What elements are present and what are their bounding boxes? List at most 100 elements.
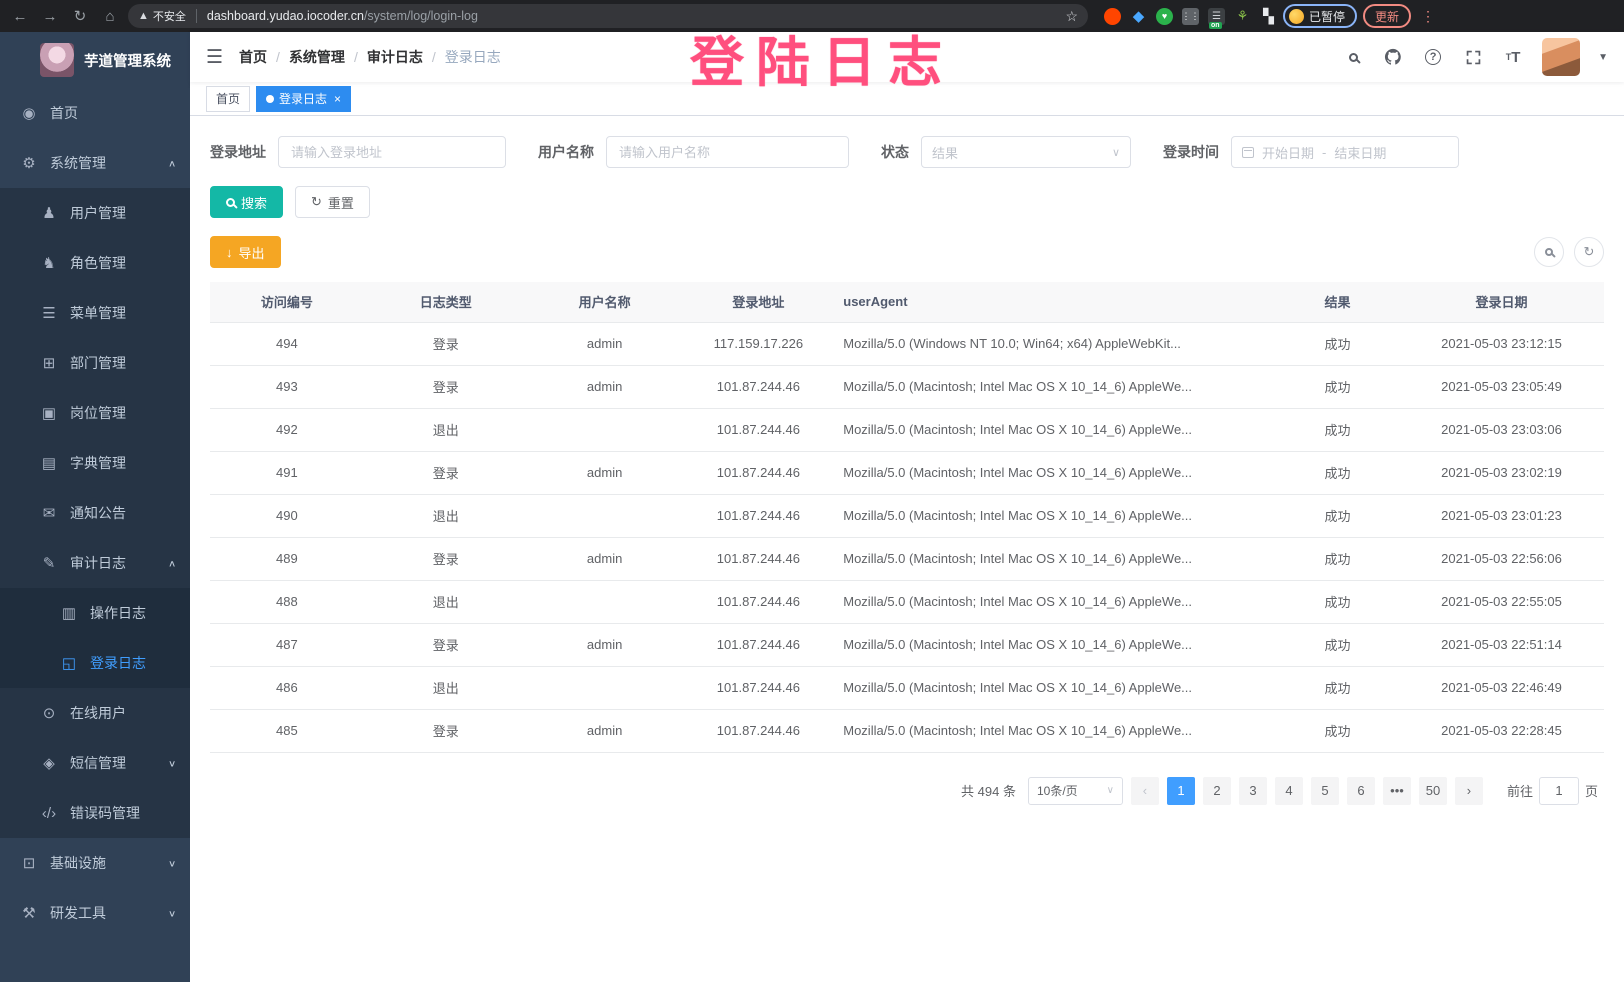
- page-button-1[interactable]: 1: [1167, 777, 1195, 805]
- cell-loginDate: 2021-05-03 22:55:05: [1399, 580, 1604, 623]
- table-row[interactable]: 488退出101.87.244.46Mozilla/5.0 (Macintosh…: [210, 580, 1604, 623]
- sidebar-item-roles[interactable]: ♞角色管理: [0, 238, 190, 288]
- github-icon[interactable]: [1382, 46, 1404, 68]
- cell-ip: 101.87.244.46: [682, 580, 836, 623]
- hamburger-icon[interactable]: ☰: [206, 46, 223, 69]
- login-time-label: 登录时间: [1163, 142, 1219, 162]
- browser-menu-icon[interactable]: ⋮: [1417, 8, 1439, 25]
- sidebar-item-gear[interactable]: ⚙系统管理∧: [0, 138, 190, 188]
- cell-username: admin: [528, 322, 682, 365]
- online-user-icon: ⊙: [40, 704, 58, 722]
- sidebar-item-login-log[interactable]: ◱登录日志: [0, 638, 190, 688]
- extension-icon[interactable]: ♥: [1156, 8, 1173, 25]
- page-button-6[interactable]: 6: [1347, 777, 1375, 805]
- username-input[interactable]: [606, 136, 849, 168]
- sidebar-item-error-code[interactable]: ‹/›错误码管理: [0, 788, 190, 838]
- tag-login-log[interactable]: 登录日志 ×: [256, 86, 351, 112]
- extension-icon[interactable]: ◆: [1130, 8, 1147, 25]
- table-row[interactable]: 487登录admin101.87.244.46Mozilla/5.0 (Maci…: [210, 623, 1604, 666]
- cell-ip: 101.87.244.46: [682, 408, 836, 451]
- table-row[interactable]: 490退出101.87.244.46Mozilla/5.0 (Macintosh…: [210, 494, 1604, 537]
- extension-icon[interactable]: [1104, 8, 1121, 25]
- extension-icon[interactable]: ⚘: [1234, 8, 1251, 25]
- extensions-puzzle-icon[interactable]: ▚: [1260, 8, 1277, 25]
- next-page-button[interactable]: ›: [1455, 777, 1483, 805]
- cell-loginDate: 2021-05-03 23:03:06: [1399, 408, 1604, 451]
- reload-icon[interactable]: ↻: [68, 4, 92, 28]
- back-icon[interactable]: ←: [8, 4, 32, 28]
- avatar[interactable]: [1542, 38, 1580, 76]
- sidebar-item-audit-log[interactable]: ✎审计日志∧: [0, 538, 190, 588]
- table-row[interactable]: 492退出101.87.244.46Mozilla/5.0 (Macintosh…: [210, 408, 1604, 451]
- font-size-icon[interactable]: TT: [1502, 46, 1524, 68]
- table-row[interactable]: 486退出101.87.244.46Mozilla/5.0 (Macintosh…: [210, 666, 1604, 709]
- extension-icon[interactable]: ⋮⋮: [1182, 8, 1199, 25]
- page-button-5[interactable]: 5: [1311, 777, 1339, 805]
- sidebar-item-notice[interactable]: ✉通知公告: [0, 488, 190, 538]
- cell-username: [528, 666, 682, 709]
- table-row[interactable]: 489登录admin101.87.244.46Mozilla/5.0 (Maci…: [210, 537, 1604, 580]
- sidebar-item-user[interactable]: ♟用户管理: [0, 188, 190, 238]
- sidebar-item-dict[interactable]: ▤字典管理: [0, 438, 190, 488]
- chevron-down-icon: ∨: [1112, 146, 1120, 159]
- sidebar-item-infra[interactable]: ⊡基础设施∨: [0, 838, 190, 888]
- forward-icon[interactable]: →: [38, 4, 62, 28]
- cell-id: 493: [210, 365, 364, 408]
- cell-userAgent: Mozilla/5.0 (Macintosh; Intel Mac OS X 1…: [835, 365, 1276, 408]
- more-pages-button[interactable]: •••: [1383, 777, 1411, 805]
- export-button[interactable]: ↓ 导出: [210, 236, 281, 268]
- cell-logType: 登录: [364, 623, 528, 666]
- page-size-select[interactable]: 10条/页 ∨: [1028, 777, 1123, 805]
- page-jump-input[interactable]: [1539, 777, 1579, 805]
- cell-result: 成功: [1276, 537, 1399, 580]
- sidebar-item-menu-tree[interactable]: ☰菜单管理: [0, 288, 190, 338]
- status-select[interactable]: 结果 ∨: [921, 136, 1131, 168]
- page-button-50[interactable]: 50: [1419, 777, 1447, 805]
- sidebar-item-operate-log[interactable]: ▥操作日志: [0, 588, 190, 638]
- paused-extension-pill[interactable]: 已暂停: [1283, 4, 1357, 28]
- home-icon[interactable]: ⌂: [98, 4, 122, 28]
- page-button-2[interactable]: 2: [1203, 777, 1231, 805]
- sidebar-item-devtools[interactable]: ⚒研发工具∨: [0, 888, 190, 938]
- column-header: userAgent: [835, 282, 1276, 322]
- cell-userAgent: Mozilla/5.0 (Macintosh; Intel Mac OS X 1…: [835, 408, 1276, 451]
- table-row[interactable]: 493登录admin101.87.244.46Mozilla/5.0 (Maci…: [210, 365, 1604, 408]
- breadcrumb-item[interactable]: 审计日志: [367, 47, 423, 67]
- tag-home[interactable]: 首页: [206, 86, 250, 112]
- paused-label: 已暂停: [1309, 8, 1345, 25]
- breadcrumb-item[interactable]: 首页: [239, 47, 267, 67]
- sidebar-item-sms[interactable]: ◈短信管理∨: [0, 738, 190, 788]
- table-row[interactable]: 491登录admin101.87.244.46Mozilla/5.0 (Maci…: [210, 451, 1604, 494]
- search-icon[interactable]: [1342, 46, 1364, 68]
- page-button-3[interactable]: 3: [1239, 777, 1267, 805]
- table-row[interactable]: 485登录admin101.87.244.46Mozilla/5.0 (Maci…: [210, 709, 1604, 752]
- sidebar-item-org-tree[interactable]: ⊞部门管理: [0, 338, 190, 388]
- toggle-search-button[interactable]: [1534, 237, 1564, 267]
- user-icon: ♟: [40, 204, 58, 222]
- breadcrumb-separator: /: [276, 49, 280, 65]
- reset-button[interactable]: ↻ 重置: [295, 186, 370, 218]
- browser-update-button[interactable]: 更新: [1363, 4, 1411, 28]
- app-logo-row[interactable]: 芋道管理系统: [0, 32, 190, 88]
- sidebar-item-post[interactable]: ▣岗位管理: [0, 388, 190, 438]
- sidebar-item-online-user[interactable]: ⊙在线用户: [0, 688, 190, 738]
- extension-icon[interactable]: ☰on: [1208, 8, 1225, 25]
- refresh-table-button[interactable]: ↻: [1574, 237, 1604, 267]
- login-address-input[interactable]: [278, 136, 506, 168]
- page-button-4[interactable]: 4: [1275, 777, 1303, 805]
- operate-log-icon: ▥: [60, 604, 78, 622]
- prev-page-button[interactable]: ‹: [1131, 777, 1159, 805]
- bookmark-star-icon[interactable]: ☆: [1065, 8, 1078, 25]
- cell-result: 成功: [1276, 666, 1399, 709]
- help-icon[interactable]: ?: [1422, 46, 1444, 68]
- chevron-down-icon[interactable]: ▼: [1598, 52, 1608, 63]
- fullscreen-icon[interactable]: [1462, 46, 1484, 68]
- table-row[interactable]: 494登录admin117.159.17.226Mozilla/5.0 (Win…: [210, 322, 1604, 365]
- cell-userAgent: Mozilla/5.0 (Macintosh; Intel Mac OS X 1…: [835, 451, 1276, 494]
- search-button[interactable]: 搜索: [210, 186, 283, 218]
- close-icon[interactable]: ×: [334, 92, 341, 106]
- login-time-range-picker[interactable]: 开始日期 - 结束日期: [1231, 136, 1459, 168]
- breadcrumb-item[interactable]: 系统管理: [289, 47, 345, 67]
- sidebar-item-dashboard[interactable]: ◉首页: [0, 88, 190, 138]
- not-secure-warning[interactable]: ▲ 不安全: [138, 8, 186, 24]
